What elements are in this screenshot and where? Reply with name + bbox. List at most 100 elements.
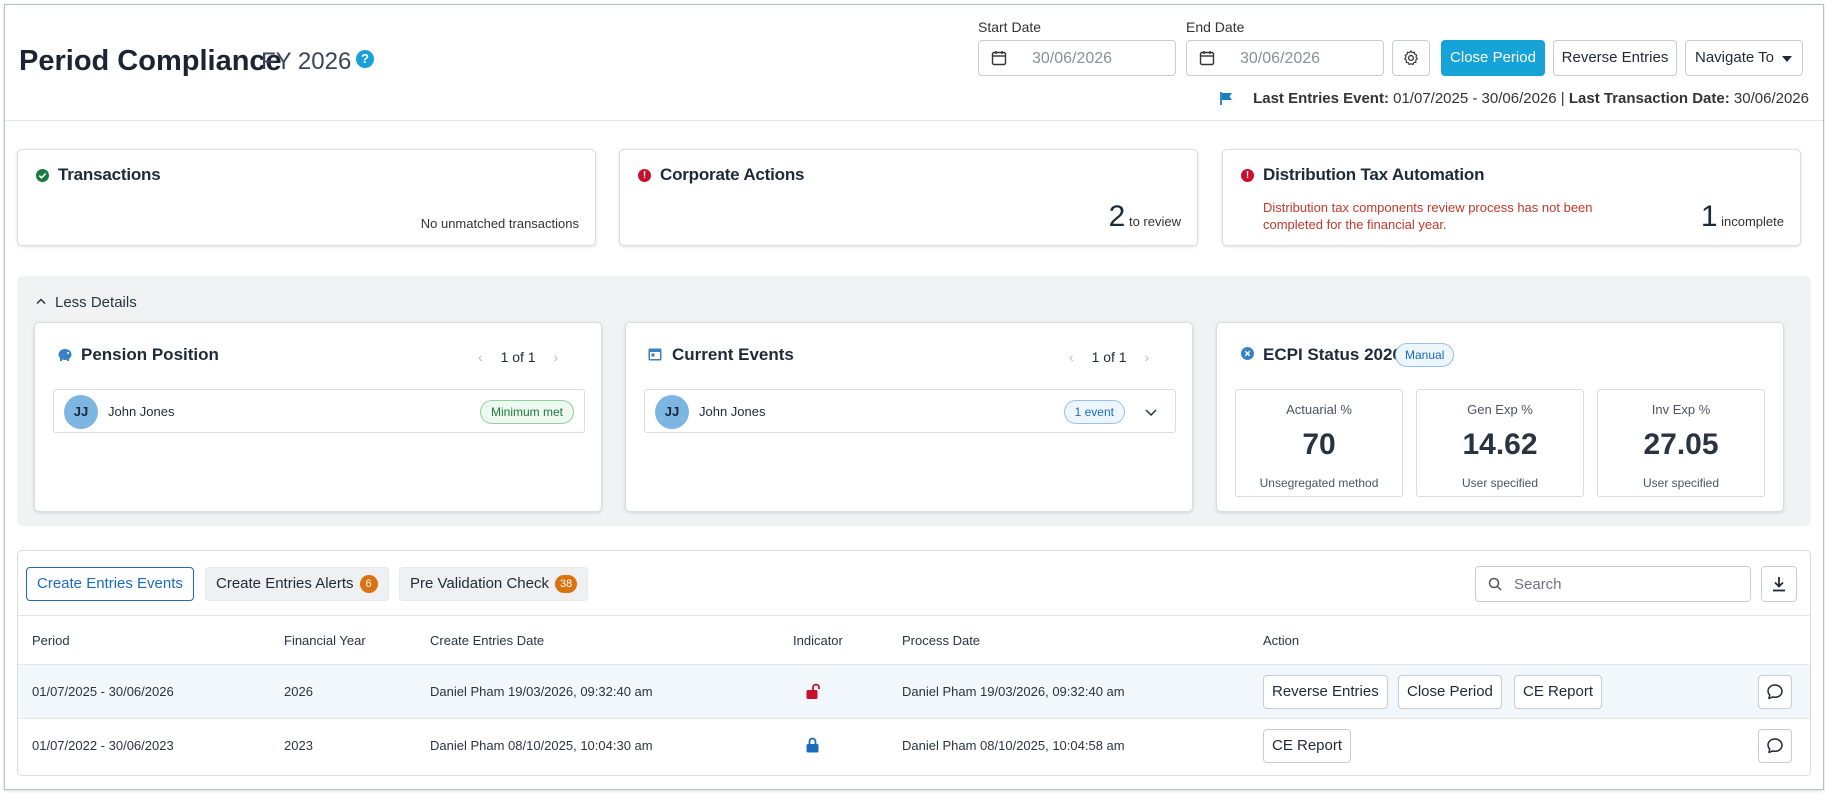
count-value: 1 <box>1700 200 1718 233</box>
card-title: Corporate Actions <box>660 165 805 184</box>
last-entries-summary: Last Entries Event: 01/07/2025 - 30/06/2… <box>1253 90 1809 107</box>
less-details-toggle[interactable]: Less Details <box>55 294 137 311</box>
entries-table-section: Create Entries Events Create Entries Ale… <box>17 550 1811 776</box>
count-badge: 38 <box>554 575 578 593</box>
chevron-down-icon[interactable] <box>1145 409 1157 416</box>
actuarial-metric: Actuarial % 70 Unsegregated method <box>1235 389 1403 497</box>
tab-pre-validation-check[interactable]: Pre Validation Check 38 <box>399 567 589 601</box>
card-title: Current Events <box>672 345 794 364</box>
comment-icon <box>1767 684 1783 700</box>
gear-icon <box>1404 50 1418 66</box>
count-badge: 6 <box>359 575 378 593</box>
chevron-left-icon[interactable]: ‹ <box>478 349 483 365</box>
chevron-left-icon[interactable]: ‹ <box>1069 349 1074 365</box>
avatar: JJ <box>655 395 689 429</box>
ce-report-button[interactable]: CE Report <box>1263 729 1352 763</box>
transactions-status: No unmatched transactions <box>420 216 579 231</box>
count-label: incomplete <box>1721 214 1784 229</box>
search-icon <box>1488 577 1502 591</box>
tab-label: Pre Validation Check <box>410 575 549 592</box>
navigate-to-dropdown[interactable]: Navigate To <box>1685 40 1803 76</box>
tab-create-entries-events[interactable]: Create Entries Events <box>26 567 194 601</box>
column-header: Process Date <box>902 633 981 648</box>
page-subtitle: FY 2026 <box>261 48 352 75</box>
comment-button[interactable] <box>1758 675 1792 709</box>
card-title: Pension Position <box>81 345 219 364</box>
close-period-button[interactable]: Close Period <box>1398 675 1502 709</box>
person-row[interactable]: JJ John Jones 1 event <box>644 389 1176 433</box>
person-row[interactable]: JJ John Jones Minimum met <box>53 389 585 433</box>
count-label: to review <box>1128 214 1181 229</box>
tab-create-entries-alerts[interactable]: Create Entries Alerts 6 <box>205 567 389 601</box>
transactions-card[interactable]: Transactions No unmatched transactions <box>17 149 596 246</box>
page-title: Period Compliance <box>19 45 282 77</box>
calendar-icon <box>648 348 662 361</box>
last-entries-event-value: 01/07/2025 - 30/06/2026 <box>1393 90 1557 107</box>
metric-label: Inv Exp % <box>1651 402 1711 417</box>
year-cell: 2026 <box>284 684 313 699</box>
status-badge: Minimum met <box>479 400 574 424</box>
metric-value: 27.05 <box>1643 428 1719 461</box>
count-value: 2 <box>1108 200 1126 233</box>
start-date-input[interactable]: 30/06/2026 <box>978 40 1176 76</box>
metric-value: 70 <box>1302 428 1336 461</box>
start-date-label: Start Date <box>978 19 1042 35</box>
page-header: Period Compliance FY 2026 ? Start Date 3… <box>5 5 1823 121</box>
metric-sub: Unsegregated method <box>1259 476 1379 490</box>
calendar-icon <box>1199 51 1215 66</box>
end-date-input[interactable]: 30/06/2026 <box>1186 40 1384 76</box>
info-icon <box>1241 347 1254 360</box>
person-name: John Jones <box>699 404 766 419</box>
check-icon <box>36 169 49 182</box>
comment-button[interactable] <box>1758 729 1792 763</box>
corporate-actions-card[interactable]: ! Corporate Actions 2 to review <box>619 149 1198 246</box>
card-title: ECPI Status 2026 <box>1263 345 1402 364</box>
period-cell: 01/07/2022 - 30/06/2023 <box>32 738 174 753</box>
help-icon[interactable]: ? <box>356 50 374 68</box>
tab-label: Create Entries Alerts <box>216 575 354 592</box>
column-header: Period <box>32 633 70 648</box>
comment-icon <box>1767 738 1783 754</box>
end-date-value: 30/06/2026 <box>1240 50 1321 67</box>
unlocked-icon <box>806 683 820 699</box>
metric-sub: User specified <box>1642 476 1720 490</box>
distribution-tax-card[interactable]: ! Distribution Tax Automation Distributi… <box>1222 149 1801 246</box>
metric-label: Gen Exp % <box>1467 402 1533 417</box>
person-name: John Jones <box>108 404 175 419</box>
table-row: 01/07/2022 - 30/06/2023 2023 Daniel Pham… <box>18 719 1810 773</box>
download-button[interactable] <box>1761 566 1797 602</box>
search-input[interactable] <box>1512 573 1737 595</box>
reverse-entries-button[interactable]: Reverse Entries <box>1553 40 1677 76</box>
close-period-button[interactable]: Close Period <box>1441 40 1545 76</box>
period-cell: 01/07/2025 - 30/06/2026 <box>32 684 174 699</box>
separator: | <box>1560 90 1565 107</box>
search-field[interactable] <box>1475 566 1751 602</box>
corporate-actions-count: 2 to review <box>1109 200 1181 234</box>
pension-position-card: Pension Position ‹ 1 of 1 › JJ John Jone… <box>34 322 602 512</box>
column-header: Create Entries Date <box>430 633 545 648</box>
download-icon <box>1773 577 1785 592</box>
column-header: Action <box>1263 633 1300 648</box>
table-row: 01/07/2025 - 30/06/2026 2026 Daniel Pham… <box>18 665 1810 719</box>
chevron-right-icon[interactable]: › <box>553 349 558 365</box>
column-header: Indicator <box>793 633 843 648</box>
chevron-right-icon[interactable]: › <box>1144 349 1149 365</box>
pager-text: 1 of 1 <box>1091 349 1127 365</box>
alert-icon: ! <box>638 169 651 182</box>
reverse-entries-button[interactable]: Reverse Entries <box>1263 675 1388 709</box>
pager-text: 1 of 1 <box>500 349 536 365</box>
settings-button[interactable] <box>1392 40 1430 76</box>
distribution-tax-warning: Distribution tax components review proce… <box>1263 200 1593 232</box>
chevron-up-icon[interactable] <box>36 298 46 304</box>
processed-cell: Daniel Pham 19/03/2026, 09:32:40 am <box>902 684 1125 699</box>
start-date-value: 30/06/2026 <box>1032 50 1113 67</box>
pension-pager: ‹ 1 of 1 › <box>478 349 558 365</box>
processed-cell: Daniel Pham 08/10/2025, 10:04:58 am <box>902 738 1125 753</box>
end-date-label: End Date <box>1186 19 1245 35</box>
details-panel: Less Details Pension Position ‹ 1 of 1 ›… <box>17 276 1811 526</box>
table-header: Period Financial Year Create Entries Dat… <box>18 615 1810 665</box>
column-header: Financial Year <box>284 633 366 648</box>
ce-report-button[interactable]: CE Report <box>1514 675 1603 709</box>
locked-icon <box>806 737 819 753</box>
year-cell: 2023 <box>284 738 313 753</box>
